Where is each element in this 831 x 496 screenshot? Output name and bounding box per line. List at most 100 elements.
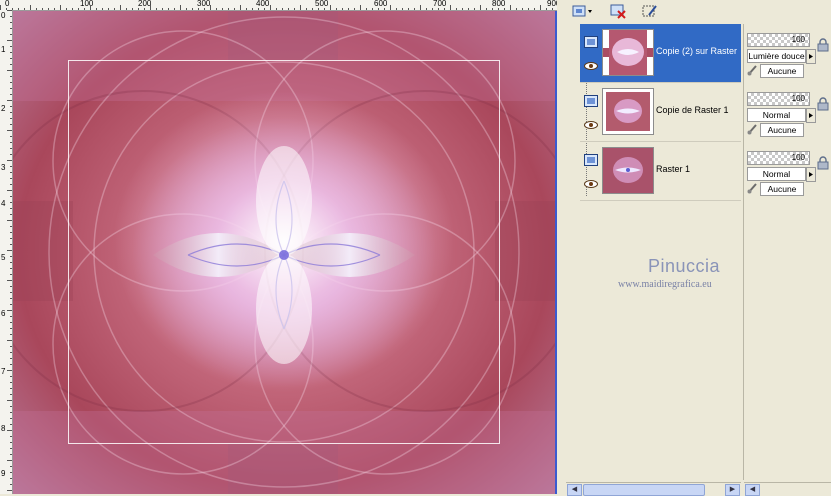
ruler-tick — [114, 8, 115, 10]
lock-icon[interactable] — [817, 156, 829, 170]
ruler-tick — [312, 8, 313, 10]
blend-mode-dropdown-button[interactable] — [806, 108, 816, 123]
ruler-tick — [504, 8, 505, 10]
ruler-tick — [10, 472, 12, 473]
ruler-label: 7 — [1, 367, 6, 376]
mask-select[interactable]: Aucune — [760, 123, 804, 137]
ruler-tick — [7, 430, 12, 431]
ruler-tick — [10, 442, 12, 443]
ruler-tick — [246, 8, 247, 10]
ruler-tick — [372, 8, 373, 10]
ruler-tick — [10, 178, 12, 179]
edit-icon — [642, 5, 657, 17]
ruler-tick — [258, 8, 259, 10]
mask-select[interactable]: Aucune — [760, 64, 804, 78]
ruler-tick — [456, 8, 457, 10]
ruler-tick — [102, 8, 103, 10]
eye-icon[interactable] — [584, 121, 598, 129]
opacity-value: 100 — [791, 153, 805, 162]
ruler-tick — [408, 8, 409, 10]
watermark-url: www.maidiregrafica.eu — [618, 279, 712, 290]
opacity-slider[interactable]: 100 — [747, 92, 810, 106]
layer-list-scrollbar[interactable]: ◀ ▶ — [566, 482, 741, 496]
selection-marquee[interactable] — [68, 60, 500, 444]
ruler-tick — [10, 58, 12, 59]
layer-thumbnail — [602, 88, 654, 135]
delete-layer-button[interactable] — [608, 2, 628, 20]
ruler-tick — [288, 8, 289, 10]
layer-name: Copie (2) sur Raster — [656, 46, 738, 56]
ruler-tick — [426, 8, 427, 10]
blend-mode-select[interactable]: Lumière douce — [747, 49, 806, 63]
image-canvas[interactable] — [13, 11, 557, 494]
scroll-left-button[interactable]: ◀ — [745, 484, 760, 496]
ruler-horizontal: 0 100 200 300 400 500 600 700 800 900 — [0, 0, 560, 11]
opacity-slider[interactable]: 100 — [747, 151, 810, 165]
new-layer-button[interactable] — [570, 2, 596, 20]
ruler-tick — [10, 52, 12, 53]
ruler-tick — [72, 8, 73, 10]
mask-brush-icon — [747, 124, 757, 135]
ruler-tick — [390, 5, 391, 10]
ruler-tick — [10, 34, 12, 35]
ruler-label: 500 — [315, 0, 329, 8]
ruler-tick — [10, 238, 12, 239]
ruler-tick — [10, 262, 12, 263]
ruler-tick — [474, 8, 475, 10]
layer-row-raster-1[interactable]: Raster 1 — [580, 142, 741, 201]
ruler-label: 100 — [80, 0, 94, 8]
layer-row-copie-raster-1[interactable]: Copie de Raster 1 — [580, 83, 741, 142]
edit-button[interactable] — [640, 2, 660, 20]
scroll-left-button[interactable]: ◀ — [567, 484, 582, 496]
raster-layer-icon — [584, 154, 598, 166]
mask-select[interactable]: Aucune — [760, 182, 804, 196]
ruler-tick — [10, 82, 12, 83]
ruler-tick — [318, 8, 319, 10]
blend-mode-select[interactable]: Normal — [747, 167, 806, 181]
blend-mode-dropdown-button[interactable] — [806, 167, 816, 182]
ruler-tick — [156, 8, 157, 10]
ruler-tick — [10, 184, 12, 185]
ruler-tick — [534, 8, 535, 10]
new-layer-icon — [572, 5, 592, 17]
ruler-tick — [10, 406, 12, 407]
ruler-tick — [10, 292, 12, 293]
properties-scrollbar[interactable]: ◀ — [744, 482, 831, 496]
layer-row-copie-2[interactable]: Copie (2) sur Raster — [580, 24, 741, 83]
ruler-tick — [498, 8, 499, 10]
opacity-slider[interactable]: 100 — [747, 33, 810, 47]
ruler-tick — [7, 130, 12, 131]
ruler-tick — [10, 466, 12, 467]
ruler-tick — [10, 148, 12, 149]
ruler-tick — [120, 5, 121, 10]
ruler-tick — [90, 5, 91, 10]
scrollbar-thumb[interactable] — [583, 484, 705, 496]
ruler-tick — [7, 250, 12, 251]
ruler-tick — [10, 334, 12, 335]
layer-thumbnail — [602, 29, 654, 76]
ruler-tick — [192, 8, 193, 10]
eye-icon[interactable] — [584, 180, 598, 188]
ruler-tick — [7, 100, 12, 101]
ruler-tick — [10, 244, 12, 245]
panel-divider — [557, 0, 566, 494]
ruler-tick — [10, 256, 12, 257]
ruler-tick — [348, 8, 349, 10]
ruler-tick — [468, 8, 469, 10]
ruler-tick — [432, 8, 433, 10]
ruler-tick — [162, 8, 163, 10]
ruler-tick — [276, 8, 277, 10]
ruler-label: 6 — [1, 309, 6, 318]
lock-icon[interactable] — [817, 38, 829, 52]
scroll-right-button[interactable]: ▶ — [725, 484, 740, 496]
ruler-tick — [204, 8, 205, 10]
eye-icon[interactable] — [584, 62, 598, 70]
lock-icon[interactable] — [817, 97, 829, 111]
ruler-tick — [10, 436, 12, 437]
blend-mode-select[interactable]: Normal — [747, 108, 806, 122]
ruler-tick — [66, 8, 67, 10]
ruler-tick — [180, 5, 181, 10]
ruler-tick — [7, 280, 12, 281]
ruler-tick — [7, 40, 12, 41]
blend-mode-dropdown-button[interactable] — [806, 49, 816, 64]
